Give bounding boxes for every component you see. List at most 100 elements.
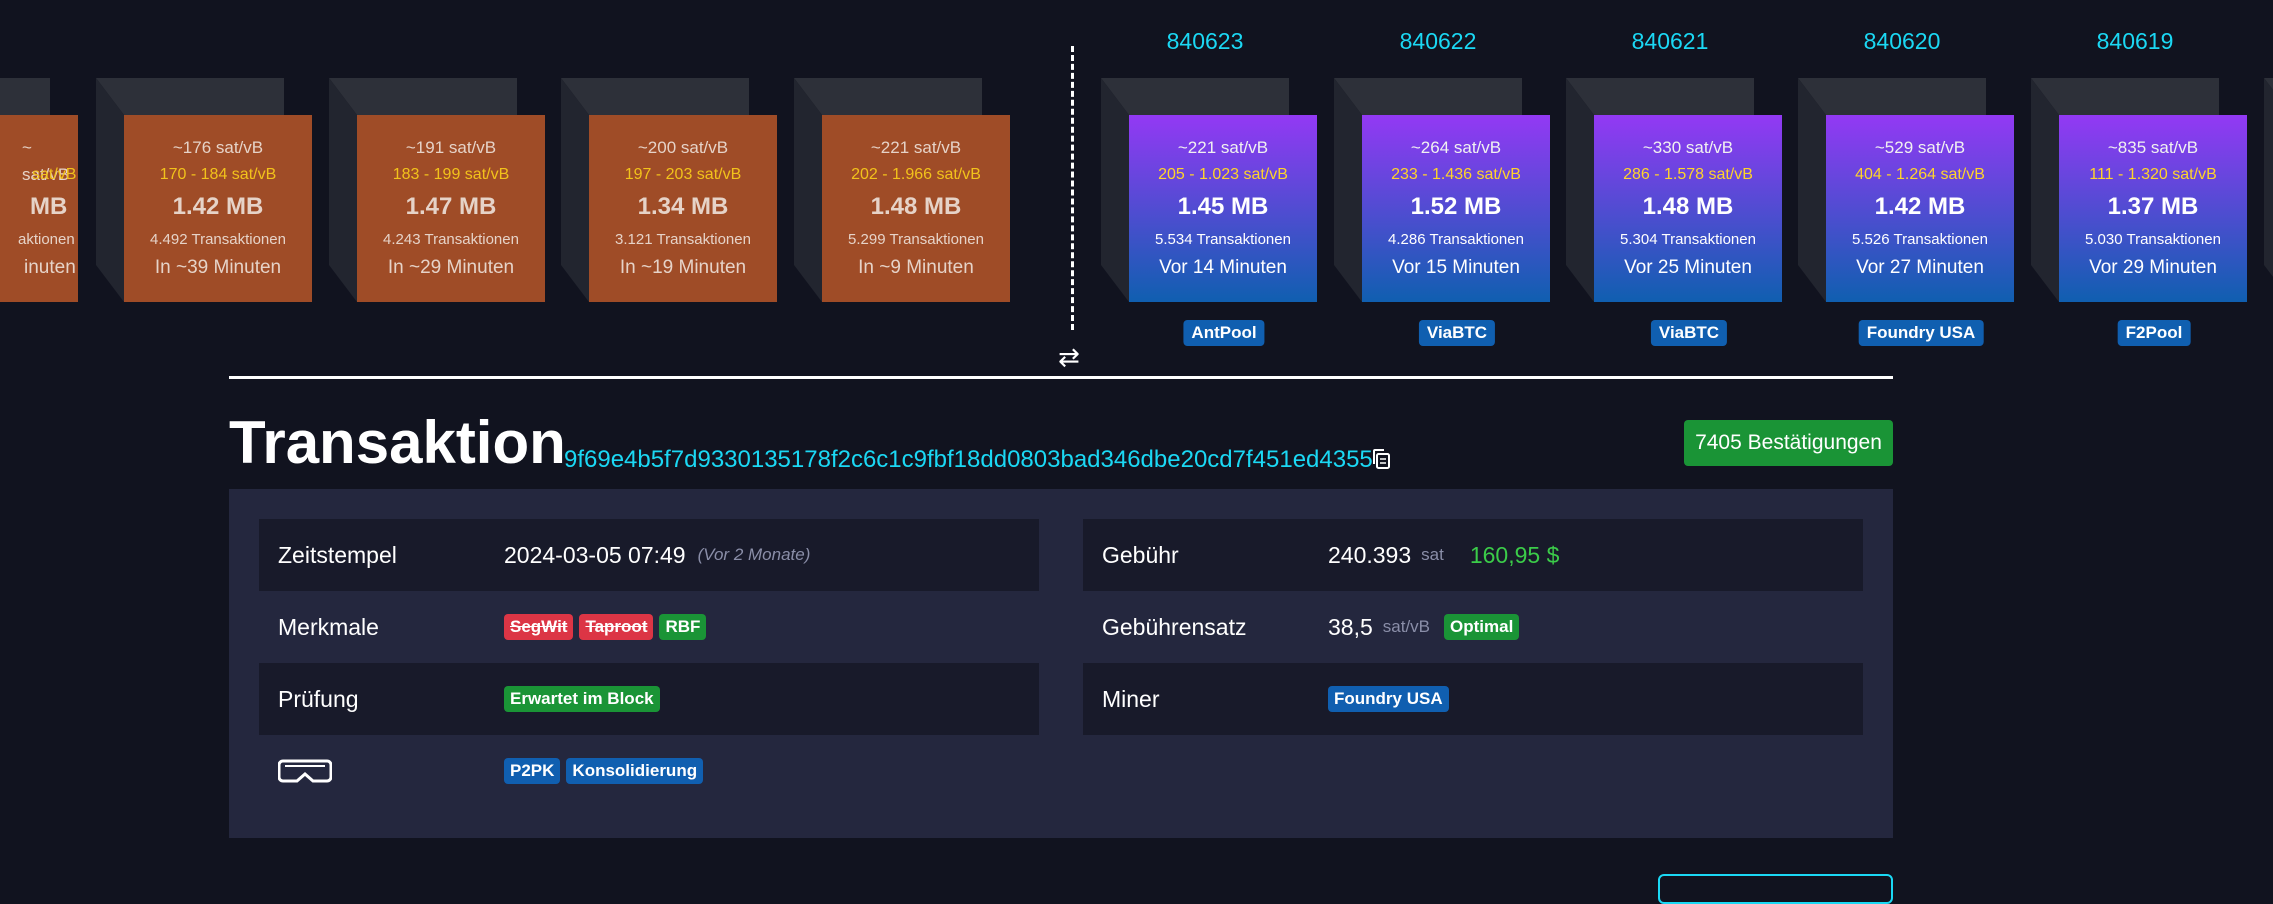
block-eta: In ~9 Minuten [858, 257, 974, 278]
mining-pool-badge[interactable]: F2Pool [2117, 320, 2191, 346]
block-tx-count: 4.243 Transaktionen [383, 231, 519, 248]
block-eta: In ~39 Minuten [154, 257, 282, 278]
block-fee: ~221 sat/vB [870, 138, 962, 157]
block-age: Vor 27 Minuten [1856, 257, 1984, 278]
block-size: 1.52 MB [1410, 193, 1502, 220]
fee-usd: 160,95 $ [1469, 541, 1560, 568]
block-tx-count: 5.526 Transaktionen [1852, 231, 1988, 248]
block-fee: ~ sat/vB [22, 138, 70, 184]
section-divider [229, 376, 1893, 379]
block-size: 1.42 MB [1874, 193, 1966, 220]
mining-pool-badge[interactable]: ViaBTC [1650, 320, 1728, 346]
fee-unit: sat [1421, 545, 1444, 564]
mined-block[interactable]: ~529 sat/vB 404 - 1.264 sat/vB 1.42 MB 5… [1798, 78, 2014, 302]
blockchain-strip: ~ sat/vB sat/vB MB aktionen inuten ~176 … [0, 0, 2273, 370]
arrows-swap-icon[interactable]: ⇄ [1058, 344, 1080, 370]
block-fee-range: 197 - 203 sat/vB [624, 166, 742, 183]
feerate-label: Gebührensatz [1102, 614, 1247, 640]
block-height-link[interactable]: 840620 [1794, 28, 2010, 55]
block-age: Vor 29 Minuten [2089, 257, 2217, 278]
timestamp-relative: (Vor 2 Monate) [697, 545, 811, 564]
block-fee-range: 183 - 199 sat/vB [392, 166, 510, 183]
block-height-link[interactable]: 840621 [1562, 28, 1778, 55]
block-tx-count: 5.030 Transaktionen [2085, 231, 2221, 248]
page-title: Transaktion [229, 409, 566, 476]
timestamp-value: 2024-03-05 07:49 [504, 541, 686, 568]
transaction-id-link[interactable]: 9f69e4b5f7d9330135178f2c6c1c9fbf18dd0803… [564, 445, 1373, 475]
mined-block[interactable]: ~330 sat/vB 286 - 1.578 sat/vB 1.48 MB 5… [1566, 78, 1782, 302]
confirmations-badge: 7405 Bestätigungen [1684, 420, 1893, 466]
block-tx-count: 5.534 Transaktionen [1155, 231, 1291, 248]
mining-pool-badge[interactable]: ViaBTC [1418, 320, 1496, 346]
features-label: Merkmale [278, 614, 379, 640]
block-fee-range: 205 - 1.023 sat/vB [1158, 166, 1288, 183]
mined-block[interactable]: ~221 sat/vB 205 - 1.023 sat/vB 1.45 MB 5… [1101, 78, 1317, 302]
miner-label: Miner [1102, 686, 1160, 712]
pending-block[interactable]: ~176 sat/vB 170 - 184 sat/vB 1.42 MB 4.4… [96, 78, 312, 302]
block-eta: In ~29 Minuten [387, 257, 515, 278]
audit-label: Prüfung [278, 686, 359, 712]
block-fee-range: 170 - 184 sat/vB [159, 166, 277, 183]
mining-pool-badge[interactable]: AntPool [1183, 320, 1265, 346]
feerate-value: 38,5 [1328, 613, 1373, 640]
miner-row: Miner Foundry USA [1083, 663, 1863, 735]
block-fee: ~221 sat/vB [1177, 138, 1269, 157]
timestamp-row: Zeitstempel 2024-03-05 07:49 (Vor 2 Mona… [259, 519, 1039, 591]
fee-row: Gebühr 240.393 sat 160,95 $ [1083, 519, 1863, 591]
mining-pool-badge[interactable]: Foundry USA [1858, 320, 1984, 346]
block-fee-range: 111 - 1.320 sat/vB [2089, 166, 2217, 183]
pending-block[interactable]: ~191 sat/vB 183 - 199 sat/vB 1.47 MB 4.2… [329, 78, 545, 302]
consolidation-badge[interactable]: Konsolidierung [566, 758, 704, 784]
block-fee: ~264 sat/vB [1410, 138, 1502, 157]
block-tx-count: aktionen [18, 231, 75, 248]
block-size: 1.48 MB [1642, 193, 1734, 220]
block-height-link[interactable]: 840623 [1097, 28, 1313, 55]
mined-block-partial[interactable] [2264, 78, 2273, 302]
block-tx-count: 5.304 Transaktionen [1620, 231, 1756, 248]
block-fee: ~529 sat/vB [1874, 138, 1966, 157]
feature-badge-rbf[interactable]: RBF [659, 614, 707, 640]
transaction-details-panel: Zeitstempel 2024-03-05 07:49 (Vor 2 Mona… [229, 489, 1893, 838]
block-tx-count: 5.299 Transaktionen [848, 231, 984, 248]
block-fee-range: 233 - 1.436 sat/vB [1391, 166, 1521, 183]
block-age: Vor 14 Minuten [1159, 257, 1287, 278]
block-height-link[interactable]: 840619 [2027, 28, 2243, 55]
block-size: 1.48 MB [870, 193, 962, 220]
pending-block[interactable]: ~221 sat/vB 202 - 1.966 sat/vB 1.48 MB 5… [794, 78, 1010, 302]
audit-status-badge: Erwartet im Block [504, 686, 660, 712]
script-type-badge[interactable]: P2PK [504, 758, 561, 784]
block-fee-range: 404 - 1.264 sat/vB [1855, 166, 1985, 183]
block-age: Vor 15 Minuten [1392, 257, 1520, 278]
feature-badge-taproot[interactable]: Taproot [579, 614, 654, 640]
block-tx-count: 4.492 Transaktionen [150, 231, 286, 248]
goggles-row: P2PK Konsolidierung [259, 735, 1039, 807]
timestamp-label: Zeitstempel [278, 542, 397, 568]
block-fee: ~835 sat/vB [2107, 138, 2199, 157]
block-eta: In ~19 Minuten [619, 257, 747, 278]
mined-block[interactable]: ~264 sat/vB 233 - 1.436 sat/vB 1.52 MB 4… [1334, 78, 1550, 302]
feature-badge-segwit[interactable]: SegWit [504, 614, 574, 640]
block-size: 1.34 MB [637, 193, 729, 220]
features-row: Merkmale SegWit Taproot RBF [259, 591, 1039, 663]
block-age: Vor 25 Minuten [1624, 257, 1752, 278]
block-tx-count: 3.121 Transaktionen [615, 231, 751, 248]
block-size: 1.47 MB [405, 193, 497, 220]
miner-badge[interactable]: Foundry USA [1328, 686, 1449, 712]
block-fee-range: sat/vB [32, 166, 77, 183]
pending-block[interactable]: ~ sat/vB sat/vB MB aktionen inuten [0, 78, 78, 302]
block-size: MB [30, 193, 68, 220]
block-tx-count: 4.286 Transaktionen [1388, 231, 1524, 248]
block-eta: inuten [24, 257, 76, 278]
fee-value: 240.393 [1328, 541, 1412, 568]
feerate-badge: Optimal [1444, 614, 1520, 640]
block-fee: ~176 sat/vB [172, 138, 264, 157]
copy-icon[interactable] [1370, 447, 1392, 471]
block-size: 1.42 MB [172, 193, 264, 220]
block-size: 1.37 MB [2107, 193, 2199, 220]
block-height-link[interactable]: 840622 [1330, 28, 1546, 55]
mempool-divider [1071, 46, 1074, 330]
next-section-button-partial[interactable] [1658, 874, 1893, 904]
mined-block[interactable]: ~835 sat/vB 111 - 1.320 sat/vB 1.37 MB 5… [2031, 78, 2247, 302]
block-fee-range: 202 - 1.966 sat/vB [851, 166, 981, 183]
pending-block[interactable]: ~200 sat/vB 197 - 203 sat/vB 1.34 MB 3.1… [561, 78, 777, 302]
